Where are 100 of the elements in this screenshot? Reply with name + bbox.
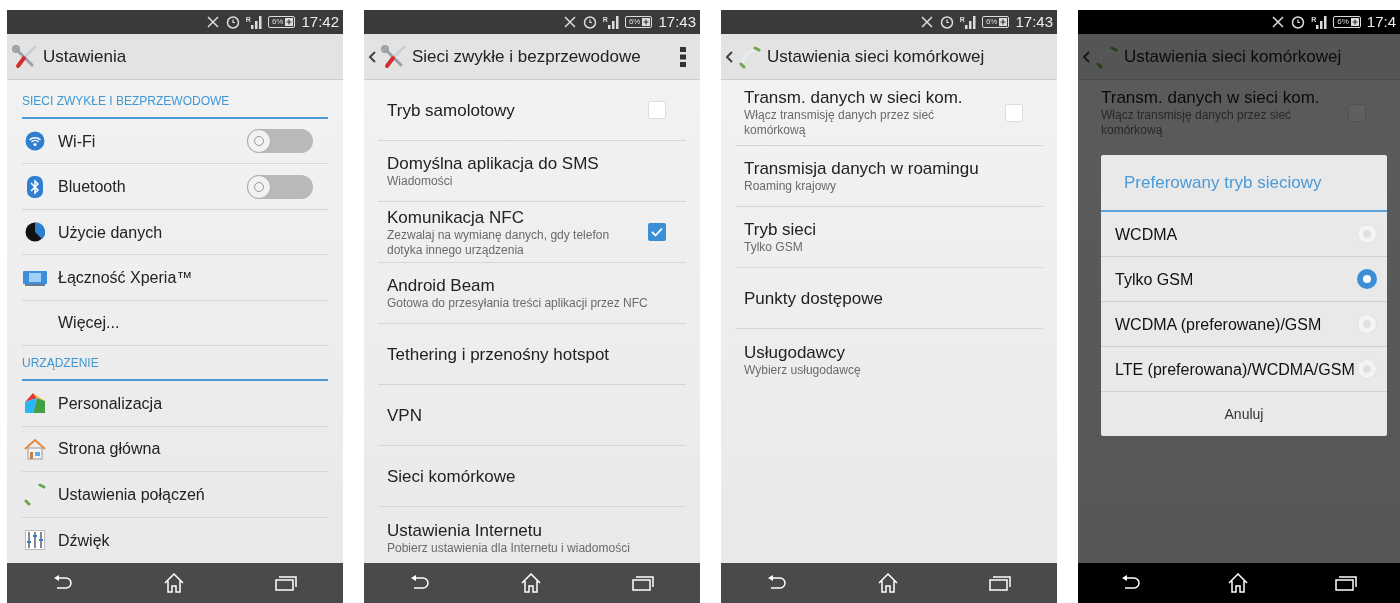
pie-chart-icon — [25, 222, 45, 243]
back-chevron-icon[interactable] — [369, 50, 376, 63]
settings-row[interactable]: Android Beam Gotowa do przesyłania treści aplikacji przez NFC — [378, 263, 686, 324]
home-icon[interactable] — [878, 573, 898, 593]
settings-row[interactable]: Użycie danych — [22, 209, 328, 256]
back-icon[interactable] — [409, 575, 430, 591]
signal-bars-icon — [607, 15, 619, 29]
row-subtitle: Wybierz usługodawcę — [744, 362, 862, 378]
option-label: Tylko GSM — [1115, 269, 1195, 289]
row-title: Android Beam — [387, 275, 496, 296]
row-title: Usługodawcy — [744, 341, 847, 363]
recent-apps-icon[interactable] — [275, 575, 298, 591]
alarm-clock-icon — [939, 15, 954, 29]
battery-percent: 6% — [985, 18, 998, 26]
wifi-icon — [25, 131, 45, 152]
settings-row[interactable]: Punkty dostępowe — [735, 268, 1043, 329]
radio-option[interactable]: LTE (preferowana)/WCDMA/GSM — [1101, 347, 1387, 392]
recent-apps-icon[interactable] — [1334, 575, 1357, 591]
row-subtitle: Zezwalaj na wymianę danych, gdy telefon dotyka innego urządzenia — [387, 227, 611, 258]
radio-option[interactable]: WCDMA (preferowane)/GSM — [1101, 302, 1387, 347]
nfc-cross-icon — [205, 15, 220, 29]
phone-handset-icon — [1095, 44, 1119, 69]
row-subtitle: Wiadomości — [387, 174, 454, 189]
clock-time: 17:42 — [301, 11, 339, 32]
settings-row[interactable]: Personalizacja — [22, 381, 328, 427]
checkbox[interactable] — [648, 101, 666, 119]
back-icon[interactable] — [1121, 575, 1142, 591]
house-icon — [24, 437, 46, 460]
row-title: Punkty dostępowe — [744, 287, 884, 309]
settings-row[interactable]: Sieci komórkowe — [378, 446, 686, 507]
row-title: Transmisja danych w roamingu — [744, 158, 980, 179]
back-icon[interactable] — [52, 575, 73, 591]
header-title: Sieci zwykłe i bezprzewodowe — [412, 45, 642, 68]
row-title: Komunikacja NFC — [387, 206, 525, 228]
radio-option[interactable]: Tylko GSM — [1101, 257, 1387, 302]
toggle-switch[interactable] — [247, 129, 313, 154]
alarm-clock-icon — [582, 15, 597, 29]
settings-row[interactable]: Strona główna — [22, 426, 328, 473]
radio-button[interactable] — [1357, 269, 1377, 289]
checkbox[interactable] — [648, 223, 666, 241]
settings-row[interactable]: Usługodawcy Wybierz usługodawcę — [735, 329, 1043, 390]
settings-row[interactable]: Ustawienia Internetu Pobierz ustawienia dla Internetu i wiadomości — [378, 507, 686, 563]
phone-handset-icon — [738, 44, 762, 69]
row-title: Więcej... — [58, 313, 121, 334]
row-title: Personalizacja — [58, 393, 164, 414]
row-title: Strona główna — [58, 439, 162, 460]
settings-row[interactable]: VPN — [378, 385, 686, 446]
battery-percent: 6% — [1337, 18, 1349, 26]
alarm-clock-icon — [1291, 15, 1306, 29]
settings-row[interactable]: Bluetooth — [22, 164, 328, 210]
settings-row[interactable]: Ustawienia połączeń — [22, 472, 328, 518]
settings-row[interactable]: Więcej... — [22, 300, 328, 347]
back-chevron-icon[interactable] — [726, 50, 733, 63]
option-label: LTE (preferowana)/WCDMA/GSM — [1115, 359, 1356, 379]
home-icon[interactable] — [521, 573, 541, 593]
settings-row[interactable]: Tryb sieci Tylko GSM — [735, 207, 1043, 268]
recent-apps-icon[interactable] — [632, 575, 655, 591]
home-icon[interactable] — [1228, 573, 1248, 593]
row-title: Tethering i przenośny hotspot — [387, 343, 611, 365]
toggle-switch[interactable] — [247, 174, 313, 199]
row-title: VPN — [387, 404, 423, 426]
home-icon[interactable] — [164, 573, 184, 593]
row-title: Tryb samolotowy — [387, 99, 516, 121]
row-subtitle: Tylko GSM — [744, 240, 804, 255]
row-title: Bluetooth — [58, 177, 127, 198]
radio-option[interactable]: WCDMA — [1101, 212, 1387, 257]
settings-row[interactable]: Transmisja danych w roamingu Roaming krajowy — [735, 146, 1043, 207]
screen-icon — [23, 269, 47, 286]
settings-row[interactable]: Dźwięk — [22, 517, 328, 563]
tools-icon — [12, 43, 38, 70]
row-subtitle: Pobierz ustawienia dla Internetu i wiadomości — [387, 540, 631, 556]
row-title: Łączność Xperia™ — [58, 268, 194, 289]
cancel-button[interactable]: Anuluj — [1214, 403, 1274, 425]
clock-time: 17:4 — [1366, 11, 1396, 32]
row-title: Transm. danych w sieci kom. — [1101, 87, 1321, 108]
nfc-cross-icon — [562, 15, 577, 29]
settings-row[interactable]: Tryb samolotowy — [378, 80, 686, 141]
overflow-menu-icon[interactable] — [680, 46, 686, 67]
row-subtitle: Gotowa do przesyłania treści aplikacji przez NFC — [387, 296, 649, 311]
clock-time: 17:43 — [1015, 11, 1053, 32]
row-title: Tryb sieci — [744, 219, 818, 240]
recent-apps-icon[interactable] — [989, 575, 1012, 591]
settings-row[interactable]: Domyślna aplikacja do SMS Wiadomości — [378, 141, 686, 202]
row-title: Transm. danych w sieci kom. — [744, 87, 964, 108]
settings-row[interactable]: Wi-Fi — [22, 119, 328, 165]
checkmark-icon — [651, 227, 663, 237]
checkbox[interactable] — [1005, 103, 1023, 122]
option-label: WCDMA — [1115, 224, 1179, 244]
settings-row[interactable]: Transm. danych w sieci kom. Włącz transmisję danych przez sieć komórkową — [735, 80, 1043, 146]
nfc-cross-icon — [1271, 15, 1286, 29]
row-subtitle: Roaming krajowy — [744, 179, 838, 194]
settings-row[interactable]: Tethering i przenośny hotspot — [378, 324, 686, 385]
row-title: Sieci komórkowe — [387, 465, 517, 487]
back-icon[interactable] — [766, 575, 787, 591]
battery-percent: 6% — [628, 18, 641, 26]
clock-time: 17:43 — [658, 11, 696, 32]
settings-row[interactable]: Łączność Xperia™ — [22, 255, 328, 301]
row-title: Ustawienia połączeń — [58, 484, 206, 505]
phone-handset-icon — [23, 482, 47, 507]
settings-row[interactable]: Komunikacja NFC Zezwalaj na wymianę danych, gdy telefon dotyka innego urządzenia — [378, 202, 686, 263]
